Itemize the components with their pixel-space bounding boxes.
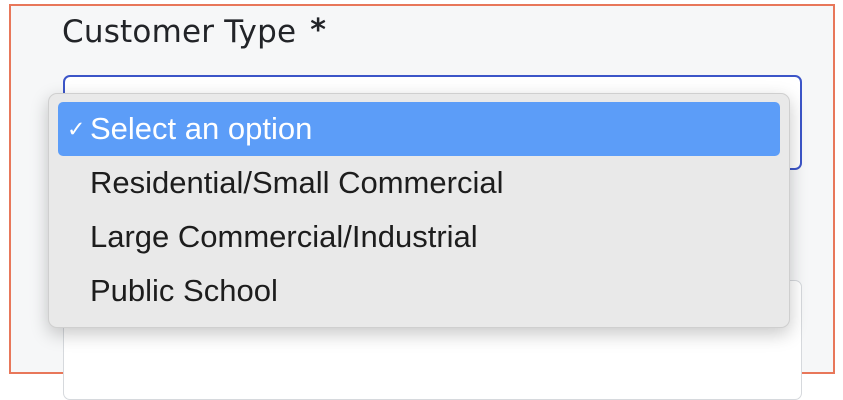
option-residential-small-commercial[interactable]: Residential/Small Commercial	[58, 156, 780, 210]
option-label: Select an option	[90, 111, 313, 146]
option-label: Residential/Small Commercial	[90, 165, 504, 200]
customer-type-dropdown-menu: ✓ Select an option Residential/Small Com…	[48, 93, 790, 328]
option-large-commercial-industrial[interactable]: Large Commercial/Industrial	[58, 210, 780, 264]
required-asterisk: *	[310, 13, 327, 48]
customer-type-label: Customer Type *	[62, 13, 327, 50]
checkmark-icon: ✓	[67, 117, 86, 143]
option-label: Large Commercial/Industrial	[90, 219, 478, 254]
option-public-school[interactable]: Public School	[58, 264, 780, 318]
option-select-an-option[interactable]: ✓ Select an option	[58, 102, 780, 156]
option-label: Public School	[90, 273, 278, 308]
customer-type-label-text: Customer Type	[62, 14, 297, 50]
